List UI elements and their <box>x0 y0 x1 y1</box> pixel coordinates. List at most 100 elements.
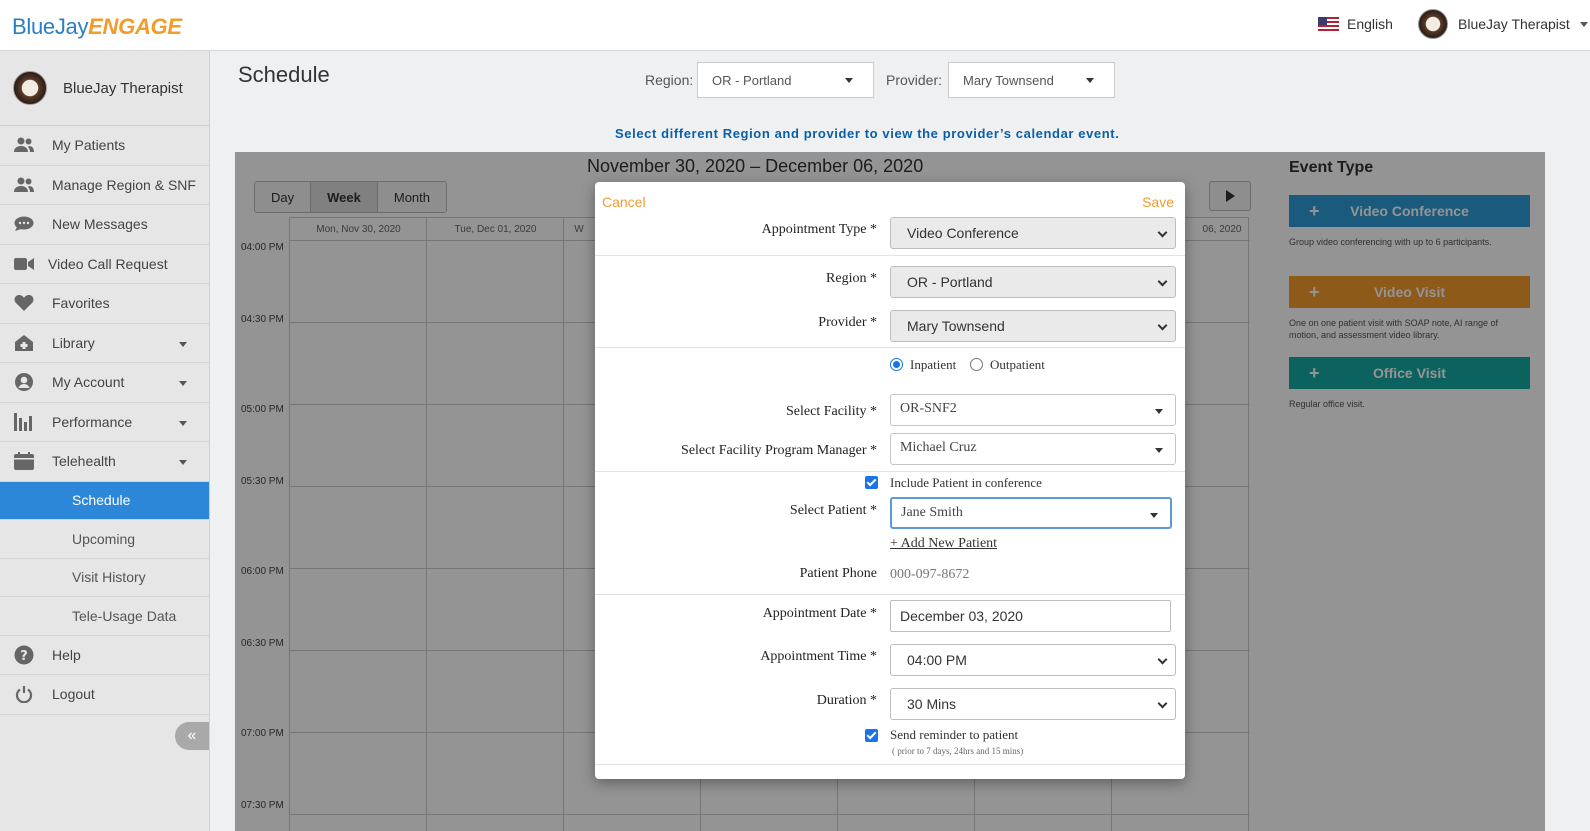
provider-select[interactable]: Mary Townsend <box>890 310 1176 342</box>
sidebar-item-label: Library <box>52 334 95 351</box>
power-icon <box>13 685 35 704</box>
facility-label: Select Facility * <box>786 404 877 419</box>
appointment-time-value: 04:00 PM <box>907 652 967 668</box>
sidebar-item-label: Performance <box>52 413 133 430</box>
patient-phone-label: Patient Phone <box>799 566 877 581</box>
appointment-date-value: December 03, 2020 <box>900 608 1023 624</box>
program-manager-select[interactable]: Michael Cruz <box>890 433 1176 465</box>
logo-accent-text: ENGAGE <box>88 14 182 39</box>
chevron-down-icon <box>1155 448 1163 453</box>
include-patient-label: Include Patient in conference <box>890 475 1042 490</box>
appointment-modal: Cancel Save Appointment Type * Video Con… <box>595 182 1185 779</box>
chevron-down-icon <box>1157 276 1168 287</box>
sidebar-item-my-account[interactable]: My Account <box>0 363 209 403</box>
add-new-patient-link[interactable]: + Add New Patient <box>890 536 997 552</box>
sidebar-item-new-messages[interactable]: New Messages <box>0 205 209 245</box>
divider <box>595 347 1185 348</box>
patients-icon <box>13 136 35 154</box>
sidebar-item-favorites[interactable]: Favorites <box>0 284 209 324</box>
inpatient-radio[interactable] <box>890 358 903 371</box>
user-menu[interactable]: BlueJay Therapist <box>1418 9 1588 39</box>
patient-select[interactable]: Jane Smith <box>890 497 1172 529</box>
facility-select[interactable]: OR-SNF2 <box>890 394 1176 426</box>
chevron-down-icon <box>179 341 187 347</box>
sidebar-item-logout[interactable]: Logout <box>0 675 209 715</box>
send-reminder-label: Send reminder to patient <box>890 727 1019 742</box>
provider-filter-select[interactable]: Mary Townsend <box>948 62 1115 98</box>
chevron-down-icon <box>1157 227 1168 238</box>
sidebar-item-video-call-request[interactable]: Video Call Request <box>0 245 209 284</box>
sidebar-item-schedule[interactable]: Schedule <box>0 481 209 520</box>
divider <box>595 764 1185 765</box>
region-filter-select[interactable]: OR - Portland <box>697 62 874 98</box>
sidebar-item-label: Telehealth <box>52 453 116 470</box>
sidebar-item-label: Video Call Request <box>48 255 168 272</box>
divider <box>595 471 1185 472</box>
sidebar-item-tele-usage[interactable]: Tele-Usage Data <box>0 597 209 636</box>
sidebar-item-performance[interactable]: Performance <box>0 403 209 442</box>
appointment-time-select[interactable]: 04:00 PM <box>890 644 1176 676</box>
heart-icon <box>13 294 35 312</box>
sidebar-item-library[interactable]: Library <box>0 324 209 363</box>
avatar <box>13 71 47 105</box>
divider <box>595 255 1185 256</box>
chat-icon <box>13 215 35 233</box>
duration-label: Duration * <box>816 693 877 708</box>
calendar-icon <box>13 452 35 471</box>
outpatient-radio[interactable] <box>970 358 983 371</box>
help-icon: ? <box>13 645 35 665</box>
logo-text: BlueJay <box>12 14 89 39</box>
divider <box>595 594 1185 595</box>
app-logo[interactable]: BlueJayENGAGE <box>12 14 182 40</box>
chevron-down-icon <box>1155 409 1163 414</box>
sidebar-item-telehealth[interactable]: Telehealth <box>0 442 209 482</box>
outpatient-label: Outpatient <box>990 357 1045 372</box>
sidebar-item-label: Help <box>52 646 81 663</box>
sidebar-item-help[interactable]: ? Help <box>0 636 209 675</box>
sidebar-item-label: New Messages <box>52 216 148 233</box>
region-select[interactable]: OR - Portland <box>890 266 1176 298</box>
sidebar-item-visit-history[interactable]: Visit History <box>0 559 209 597</box>
include-patient-checkbox[interactable] <box>865 476 878 489</box>
cancel-button[interactable]: Cancel <box>602 194 646 210</box>
page-title: Schedule <box>238 62 330 87</box>
sidebar-item-my-patients[interactable]: My Patients <box>0 126 209 166</box>
duration-select[interactable]: 30 Mins <box>890 688 1176 720</box>
sidebar-item-label: My Patients <box>52 137 126 154</box>
user-name: BlueJay Therapist <box>1458 16 1570 32</box>
sidebar-item-upcoming[interactable]: Upcoming <box>0 520 209 559</box>
provider-value: Mary Townsend <box>907 318 1005 334</box>
send-reminder-checkbox[interactable] <box>865 729 878 742</box>
library-icon <box>13 334 35 352</box>
sidebar-user-name: BlueJay Therapist <box>63 79 183 97</box>
facility-value: OR-SNF2 <box>900 401 957 416</box>
provider-label: Provider * <box>818 315 877 330</box>
reminder-note: ( prior to 7 days, 24hrs and 15 mins) <box>892 746 1024 756</box>
region-filter-label: Region: <box>645 72 694 88</box>
appointment-date-label: Appointment Date * <box>762 606 877 621</box>
language-selector[interactable]: English <box>1318 16 1393 32</box>
region-filter-value: OR - Portland <box>712 73 792 88</box>
sidebar-item-label: Favorites <box>52 295 110 312</box>
language-label: English <box>1347 16 1393 32</box>
region-value: OR - Portland <box>907 274 993 290</box>
sidebar-item-manage-region[interactable]: Manage Region & SNF <box>0 166 209 205</box>
provider-filter-label: Provider: <box>886 72 943 88</box>
duration-value: 30 Mins <box>907 696 957 712</box>
double-chevron-left-icon: « <box>187 727 197 744</box>
hint-text: Select different Region and provider to … <box>615 126 1120 141</box>
appointment-date-input[interactable]: December 03, 2020 <box>890 600 1171 632</box>
account-icon <box>13 373 35 392</box>
region-label: Region * <box>826 271 877 286</box>
sidebar-item-label: My Account <box>52 374 125 391</box>
program-manager-label: Select Facility Program Manager * <box>681 443 877 458</box>
sidebar-user: BlueJay Therapist <box>0 51 209 126</box>
us-flag-icon <box>1318 16 1339 32</box>
chevron-down-icon <box>179 420 187 426</box>
video-icon <box>13 255 35 273</box>
provider-filter-value: Mary Townsend <box>963 73 1054 88</box>
bar-chart-icon <box>13 412 35 431</box>
collapse-sidebar-button[interactable]: « <box>175 722 209 750</box>
save-button[interactable]: Save <box>1142 194 1174 210</box>
appointment-type-select[interactable]: Video Conference <box>890 217 1176 249</box>
